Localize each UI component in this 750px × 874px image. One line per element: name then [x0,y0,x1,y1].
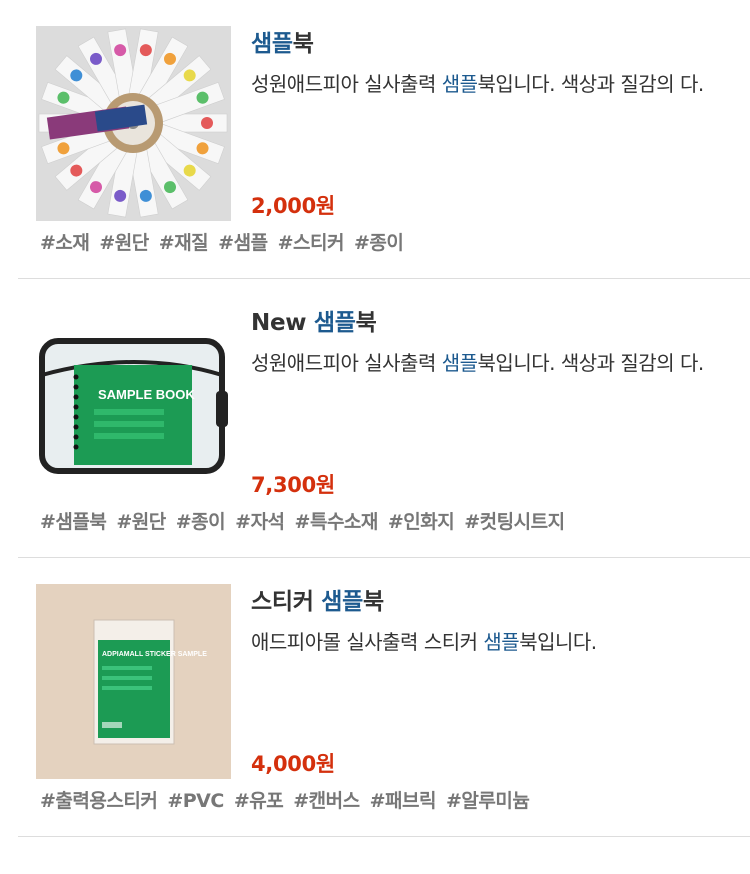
tag-link[interactable]: #원단 [116,511,166,533]
tag-link[interactable]: #재질 [159,232,209,254]
title-highlight: 샘플 [313,310,356,336]
tag-link[interactable]: #특수소재 [295,511,379,533]
product-price: 2,000원 [251,194,335,218]
tag-link[interactable]: #스티커 [278,232,345,254]
tag-list: #샘플북 #원단 #종이 #자석 #특수소재 #인화지 #컷팅시트지 [40,507,575,534]
tag-link[interactable]: #샘플북 [40,511,107,533]
product-description: 성원애드피아 실사출력 샘플북입니다. 색상과 질감의 다. [251,68,750,100]
product-image-new-sample-book[interactable]: SAMPLE BOOK [36,305,231,500]
product-info: 스티커 샘플북 애드피아몰 실사출력 스티커 샘플북입니다. [251,584,750,658]
tag-link[interactable]: #컷팅시트지 [464,511,565,533]
product-image-sticker-sample-book[interactable]: ADPIAMALL STICKER SAMPLE [36,584,231,779]
sticker-pack-image: ADPIAMALL STICKER SAMPLE [36,584,231,779]
tag-link[interactable]: #원단 [99,232,149,254]
desc-prefix: 성원애드피아 실사출력 [251,351,442,375]
product-list: 샘플북 성원애드피아 실사출력 샘플북입니다. 색상과 질감의 다. 2,000… [0,0,750,837]
product-item[interactable]: SAMPLE BOOK New 샘플북 성원애드피아 실사출력 샘플북입니다. … [18,279,750,558]
swatch-fan-image [36,26,231,221]
tag-list: #소재 #원단 #재질 #샘플 #스티커 #종이 [40,228,413,255]
product-info: New 샘플북 성원애드피아 실사출력 샘플북입니다. 색상과 질감의 다. [251,305,750,379]
tag-link[interactable]: #출력용스티커 [40,790,158,812]
tag-link[interactable]: #소재 [40,232,90,254]
pack-text: ADPIAMALL STICKER SAMPLE [102,651,207,658]
title-highlight: 샘플 [251,31,293,57]
product-description: 성원애드피아 실사출력 샘플북입니다. 색상과 질감의 다. [251,347,750,379]
product-title[interactable]: 샘플북 [251,26,750,62]
desc-highlight: 샘플 [441,72,478,96]
tag-link[interactable]: #유포 [234,790,284,812]
product-item[interactable]: 샘플북 성원애드피아 실사출력 샘플북입니다. 색상과 질감의 다. 2,000… [18,0,750,279]
product-price: 7,300원 [251,473,335,497]
desc-highlight: 샘플 [483,630,520,654]
tag-link[interactable]: #자석 [235,511,285,533]
tag-link[interactable]: #PVC [167,790,224,812]
tag-list: #출력용스티커 #PVC #유포 #캔버스 #패브릭 #알루미늄 [40,786,539,813]
title-suffix: 북 [292,31,314,57]
cover-text: SAMPLE BOOK [98,387,195,402]
title-prefix: New [251,310,314,336]
product-title[interactable]: New 샘플북 [251,305,750,341]
pouch-book-image: SAMPLE BOOK [36,305,231,500]
title-highlight: 샘플 [321,589,364,615]
tag-link[interactable]: #종이 [354,232,404,254]
product-item[interactable]: ADPIAMALL STICKER SAMPLE 스티커 샘플북 애드피아몰 실… [18,558,750,837]
product-title[interactable]: 스티커 샘플북 [251,584,750,620]
product-price: 4,000원 [251,752,335,776]
desc-suffix: 북입니다. 색상과 질감의 다. [477,72,705,96]
product-description: 애드피아몰 실사출력 스티커 샘플북입니다. [251,626,750,658]
tag-link[interactable]: #알루미늄 [446,790,530,812]
desc-suffix: 북입니다. [519,630,597,654]
title-prefix: 스티커 [251,589,322,615]
tag-link[interactable]: #인화지 [388,511,455,533]
desc-prefix: 성원애드피아 실사출력 [251,72,442,96]
tag-link[interactable]: #샘플 [218,232,268,254]
desc-suffix: 북입니다. 색상과 질감의 다. [477,351,705,375]
desc-highlight: 샘플 [441,351,478,375]
product-image-sample-book[interactable] [36,26,231,221]
desc-prefix: 애드피아몰 실사출력 스티커 [251,630,484,654]
title-suffix: 북 [355,310,377,336]
product-info: 샘플북 성원애드피아 실사출력 샘플북입니다. 색상과 질감의 다. [251,26,750,100]
tag-link[interactable]: #패브릭 [370,790,437,812]
tag-link[interactable]: #종이 [176,511,226,533]
tag-link[interactable]: #캔버스 [293,790,360,812]
title-suffix: 북 [363,589,384,615]
